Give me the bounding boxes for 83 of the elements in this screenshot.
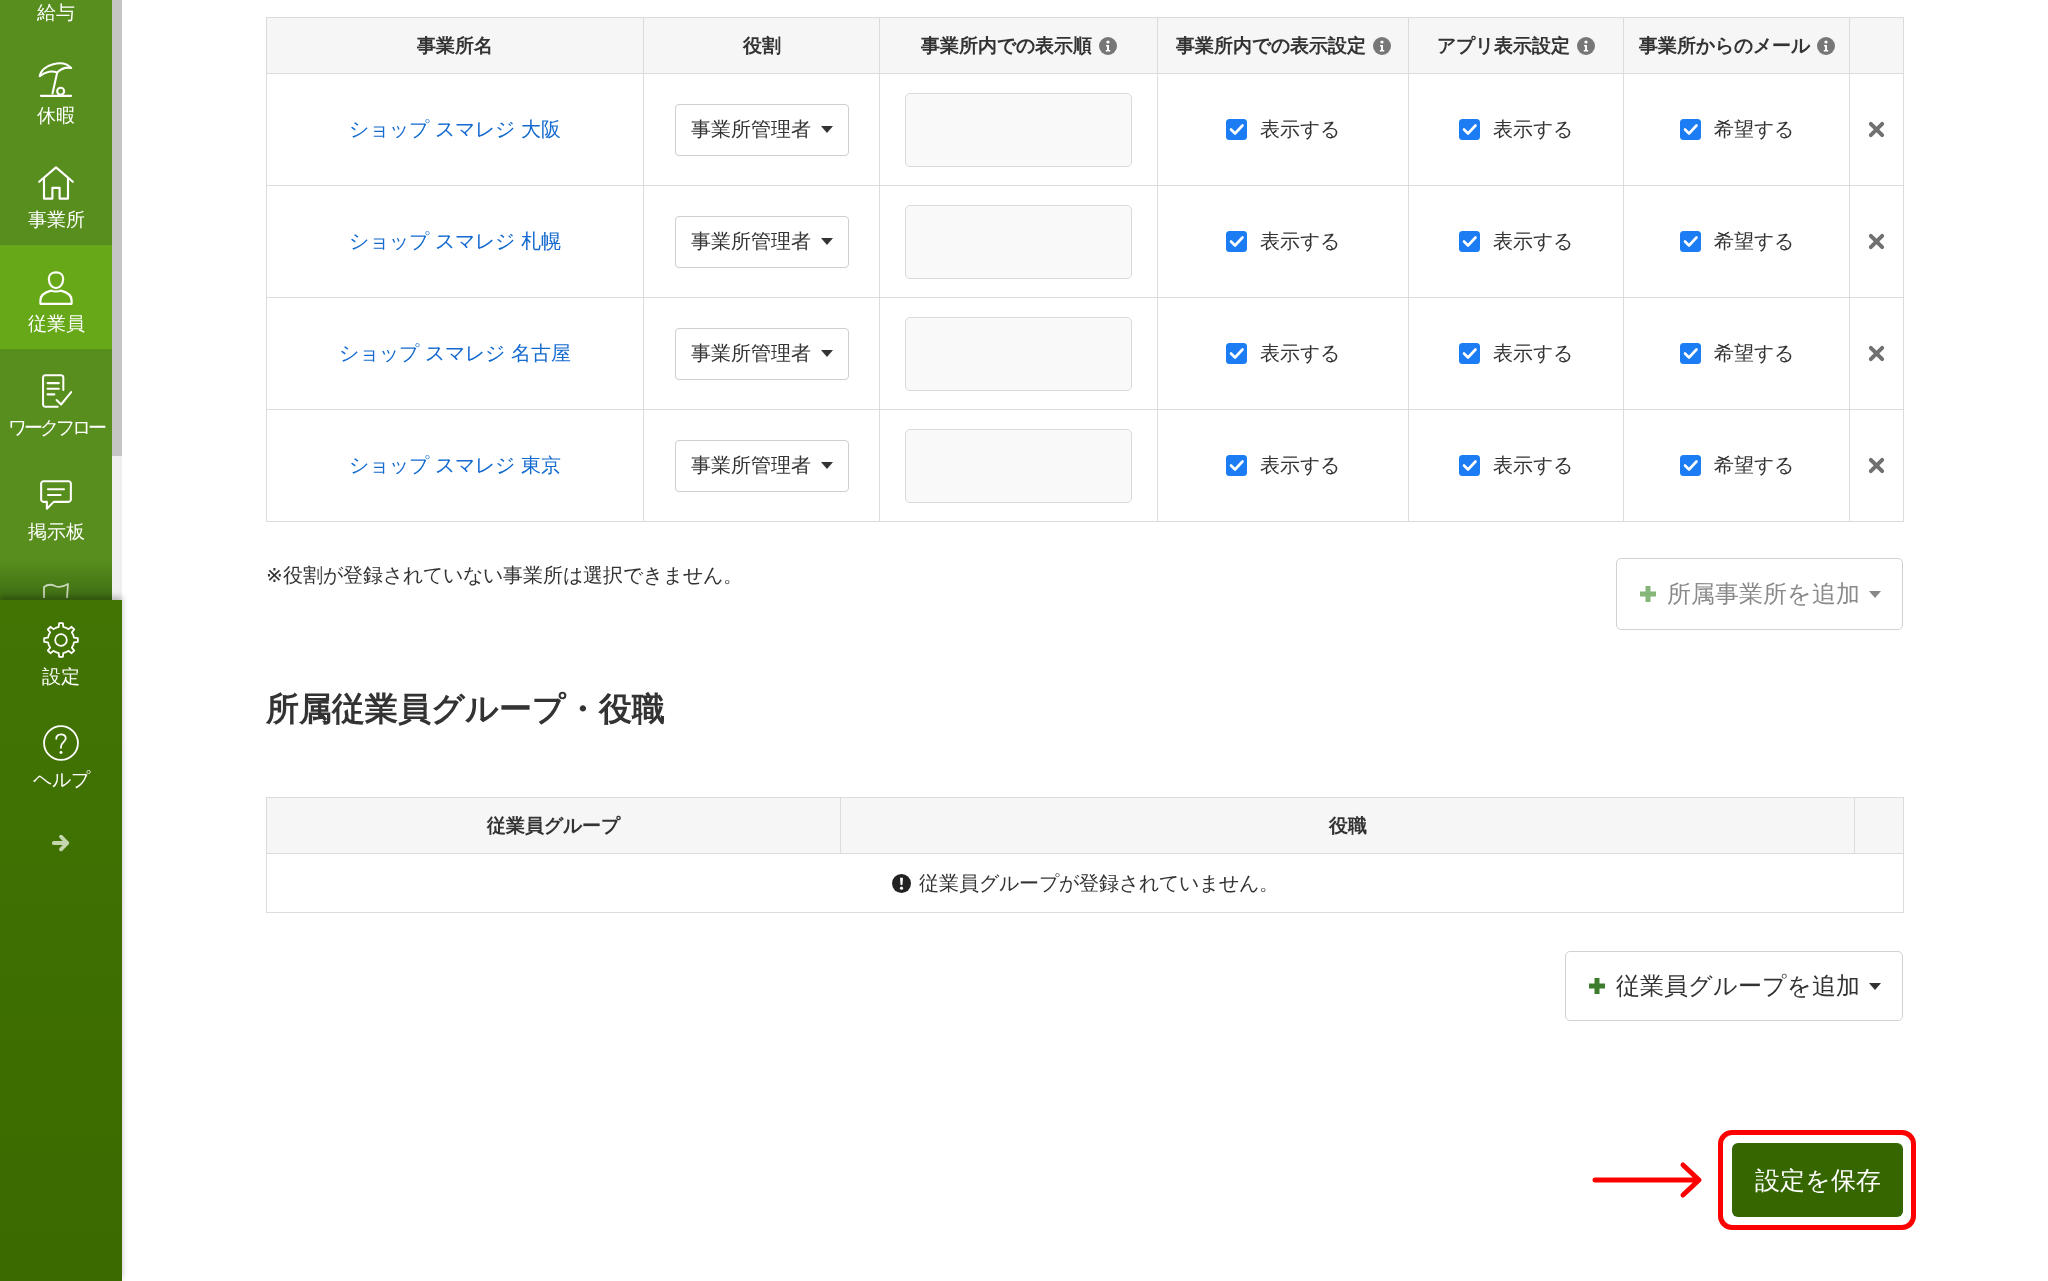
checkbox[interactable]: [1459, 342, 1480, 364]
checkbox-label: 表示する: [1493, 452, 1573, 478]
close-icon[interactable]: [1868, 121, 1885, 138]
save-button[interactable]: 設定を保存: [1732, 1143, 1903, 1217]
sidebar-item[interactable]: 設定: [0, 600, 122, 703]
checkbox-label: 表示する: [1260, 452, 1340, 478]
sidebar-item[interactable]: 休暇: [0, 37, 112, 141]
chat-icon: [38, 479, 74, 511]
column-header: 役職: [840, 797, 1855, 854]
column-header: 従業員グループ: [266, 797, 841, 854]
office-link[interactable]: ショップ スマレジ 名古屋: [339, 342, 571, 364]
checkbox-label: 表示する: [1493, 340, 1573, 366]
house-icon: [38, 165, 74, 201]
caret-icon: [820, 126, 833, 133]
close-icon[interactable]: [1868, 457, 1885, 474]
display-order-input[interactable]: [905, 316, 1132, 391]
display-order-input[interactable]: [905, 428, 1132, 503]
caret-icon: [820, 350, 833, 357]
office-link[interactable]: ショップ スマレジ 札幌: [349, 230, 561, 252]
role-dropdown[interactable]: 事業所管理者: [674, 439, 849, 492]
column-title: 事業所内での表示順: [920, 33, 1092, 58]
empty-message: 従業員グループが登録されていません。: [918, 870, 1279, 896]
office-link[interactable]: ショップ スマレジ 大阪: [349, 118, 561, 140]
column-title: 事業所内での表示設定: [1175, 33, 1366, 58]
plus-icon: [1638, 584, 1658, 604]
person-icon: [38, 269, 74, 305]
checkbox[interactable]: [1226, 230, 1247, 252]
role-dropdown[interactable]: 事業所管理者: [674, 103, 849, 156]
caret-icon: [820, 462, 833, 469]
checkbox[interactable]: [1459, 454, 1480, 476]
checkbox[interactable]: [1679, 118, 1701, 140]
display-order-input[interactable]: [905, 92, 1132, 167]
settings-icon: [43, 622, 79, 658]
role-dropdown[interactable]: 事業所管理者: [674, 215, 849, 268]
checkbox[interactable]: [1679, 454, 1701, 476]
caret-icon: [1869, 982, 1881, 990]
checkbox[interactable]: [1459, 118, 1480, 140]
caret-icon: [820, 238, 833, 245]
checkbox[interactable]: [1226, 118, 1247, 140]
info-icon[interactable]: [1372, 36, 1391, 55]
checkbox-label: 希望する: [1713, 228, 1794, 254]
office-link[interactable]: ショップ スマレジ 東京: [349, 454, 561, 476]
checkbox[interactable]: [1679, 342, 1701, 364]
checkbox-label: 表示する: [1493, 116, 1573, 142]
alert-icon: [891, 873, 911, 893]
umbrella-icon: [38, 61, 74, 97]
info-icon[interactable]: [1816, 36, 1835, 55]
sidebar-item[interactable]: 事業所: [0, 141, 112, 245]
close-icon[interactable]: [1868, 345, 1885, 362]
section-heading: 所属従業員グループ・役職: [266, 689, 666, 729]
column-title: 役割: [742, 33, 781, 58]
checkbox-label: 表示する: [1260, 340, 1340, 366]
checkbox-label: 表示する: [1493, 228, 1573, 254]
checkbox[interactable]: [1226, 342, 1247, 364]
add-group-button[interactable]: 従業員グループを追加: [1565, 951, 1903, 1021]
note-text: ※役割が登録されていない事業所は選択できません。: [266, 563, 743, 588]
checkbox[interactable]: [1226, 454, 1247, 476]
sidebar-item[interactable]: 給与: [0, 0, 112, 37]
checkbox-label: 希望する: [1713, 452, 1794, 478]
plus-icon: [1587, 976, 1607, 996]
checkbox-label: 希望する: [1713, 340, 1794, 366]
scrollbar-thumb[interactable]: [112, 0, 122, 456]
caret-icon: [1869, 590, 1881, 598]
checkbox[interactable]: [1679, 230, 1701, 252]
sidebar-item[interactable]: 従業員: [0, 245, 112, 349]
checkbox[interactable]: [1459, 230, 1480, 252]
info-icon[interactable]: [1098, 36, 1117, 55]
role-dropdown[interactable]: 事業所管理者: [674, 327, 849, 380]
column-title: 事業所からのメール: [1638, 33, 1810, 58]
help-icon: [43, 725, 79, 761]
column-title: 事業所名: [417, 33, 493, 58]
column-title: アプリ表示設定: [1437, 33, 1570, 58]
close-icon[interactable]: [1868, 233, 1885, 250]
arrow-right-icon[interactable]: [51, 834, 71, 852]
info-icon[interactable]: [1577, 36, 1595, 55]
checkbox-label: 表示する: [1260, 228, 1340, 254]
sidebar-item[interactable]: 掲示板: [0, 453, 112, 557]
sidebar-item[interactable]: ヘルプ: [0, 703, 122, 806]
sidebar-item[interactable]: ワークフロー: [0, 349, 112, 453]
display-order-input[interactable]: [905, 204, 1132, 279]
map-icon: [42, 582, 70, 598]
checkbox-label: 希望する: [1713, 116, 1794, 142]
checkbox-label: 表示する: [1260, 116, 1340, 142]
